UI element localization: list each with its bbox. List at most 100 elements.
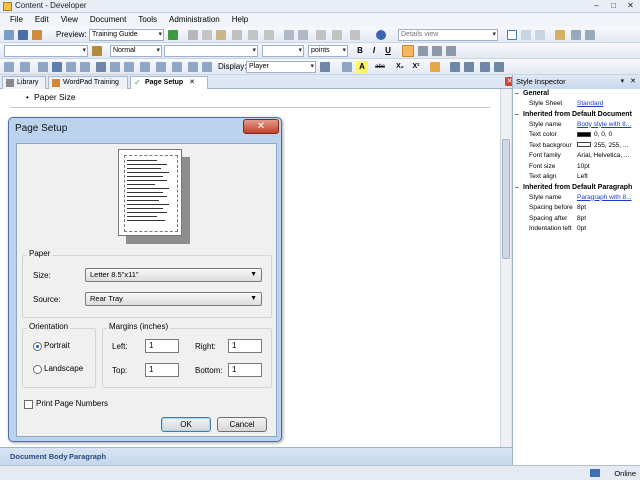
paragraph-select[interactable]	[4, 45, 88, 57]
underline-button[interactable]: U	[382, 45, 394, 57]
hyperlink-icon[interactable]	[20, 62, 30, 72]
style-sheet-link[interactable]: Standard	[577, 99, 639, 109]
insert-icon[interactable]	[350, 30, 360, 40]
layout2-icon[interactable]	[521, 30, 531, 40]
menu-document[interactable]: Document	[84, 13, 132, 27]
image-icon[interactable]	[38, 62, 48, 72]
bottom-margin-input[interactable]: 1	[228, 363, 262, 377]
minimize-icon[interactable]: –	[589, 1, 604, 12]
section-default-document[interactable]: Inherited from Default Document	[513, 110, 640, 120]
bullets-icon[interactable]	[450, 62, 460, 72]
menu-help[interactable]: Help	[226, 13, 254, 27]
undo-icon[interactable]	[284, 30, 294, 40]
inspector-controls[interactable]: ▾ ✕	[621, 75, 638, 89]
media-icon[interactable]	[110, 62, 120, 72]
snippet-icon[interactable]	[156, 62, 166, 72]
menu-administration[interactable]: Administration	[163, 13, 226, 27]
left-margin-input[interactable]: 1	[145, 339, 179, 353]
menu-view[interactable]: View	[55, 13, 84, 27]
layout-icon[interactable]	[507, 30, 517, 40]
bullet-item[interactable]: Paper Size	[34, 92, 76, 102]
omega-icon[interactable]	[96, 62, 106, 72]
checkin-icon[interactable]	[32, 30, 42, 40]
numbering-icon[interactable]	[464, 62, 474, 72]
size-select[interactable]: Letter 8.5"x11" ▼	[85, 268, 262, 282]
style-brush-icon[interactable]	[92, 46, 102, 56]
eraser-icon[interactable]	[430, 62, 440, 72]
condition-icon[interactable]	[188, 62, 198, 72]
tab-page-setup[interactable]: ✓ Page Setup ✕	[130, 76, 208, 90]
close-icon[interactable]: ✕	[623, 1, 638, 12]
cancel-button[interactable]: Cancel	[217, 417, 267, 432]
superscript-button[interactable]: X²	[410, 61, 422, 73]
display-select[interactable]: Player	[246, 61, 316, 73]
scrollbar-thumb[interactable]	[502, 139, 510, 259]
landscape-radio[interactable]	[33, 365, 42, 374]
field-icon[interactable]	[172, 62, 182, 72]
maximize-icon[interactable]: □	[606, 1, 621, 12]
align-right-icon[interactable]	[432, 46, 442, 56]
menu-file[interactable]: File	[4, 13, 29, 27]
style-name-link[interactable]: Paragraph with 8...	[577, 193, 639, 203]
portrait-label[interactable]: Portrait	[44, 341, 70, 350]
help-icon[interactable]	[376, 30, 386, 40]
crumb-document-body[interactable]: Document Body	[10, 452, 68, 461]
format-painter-icon[interactable]	[342, 62, 352, 72]
preview-select[interactable]: Training Guide	[89, 29, 164, 41]
bold-button[interactable]: B	[354, 45, 366, 57]
style-name-link[interactable]: Body style with 8...	[577, 120, 639, 130]
tab-close-icon[interactable]: ✕	[189, 79, 195, 86]
table-icon[interactable]	[4, 62, 14, 72]
menu-edit[interactable]: Edit	[29, 13, 55, 27]
vertical-scrollbar[interactable]	[500, 89, 511, 447]
tab-library[interactable]: Library	[2, 76, 46, 89]
font-select[interactable]	[164, 45, 258, 57]
view-select[interactable]: Details view	[398, 29, 498, 41]
outdent-icon[interactable]	[480, 62, 490, 72]
grid-icon[interactable]	[66, 62, 76, 72]
spell-icon[interactable]	[316, 30, 326, 40]
strikethrough-button[interactable]: abc	[374, 61, 386, 73]
menu-tools[interactable]: Tools	[132, 13, 163, 27]
find-icon[interactable]	[248, 30, 258, 40]
object-icon[interactable]	[124, 62, 134, 72]
pane2-icon[interactable]	[585, 30, 595, 40]
preview-go-icon[interactable]	[168, 30, 178, 40]
comment-icon[interactable]	[202, 62, 212, 72]
cut-icon[interactable]	[188, 30, 198, 40]
tab-wordpad-training[interactable]: WordPad Training	[48, 76, 128, 89]
font-size-select[interactable]	[262, 45, 304, 57]
portrait-radio[interactable]	[33, 342, 42, 351]
justify-icon[interactable]	[446, 46, 456, 56]
right-margin-input[interactable]: 1	[228, 339, 262, 353]
delete-icon[interactable]	[232, 30, 242, 40]
style-select[interactable]: Normal	[110, 45, 162, 57]
ok-button[interactable]: OK	[161, 417, 211, 432]
section-default-paragraph[interactable]: Inherited from Default Paragraph	[513, 183, 640, 193]
print-page-numbers-checkbox[interactable]	[24, 400, 33, 409]
section-general[interactable]: General	[513, 89, 640, 99]
dialog-close-button[interactable]: ✕	[243, 119, 279, 134]
anchor-icon[interactable]	[52, 62, 62, 72]
italic-button[interactable]: I	[368, 45, 380, 57]
top-margin-input[interactable]: 1	[145, 363, 179, 377]
pane-icon[interactable]	[571, 30, 581, 40]
landscape-label[interactable]: Landscape	[44, 364, 83, 373]
crumb-paragraph[interactable]: Paragraph	[69, 452, 106, 461]
folder-icon[interactable]	[555, 30, 565, 40]
paste-icon[interactable]	[216, 30, 226, 40]
copy-icon[interactable]	[202, 30, 212, 40]
source-select[interactable]: Rear Tray ▼	[85, 292, 262, 306]
redo-icon[interactable]	[298, 30, 308, 40]
print-page-numbers-label[interactable]: Print Page Numbers	[36, 399, 108, 408]
display-settings-icon[interactable]	[320, 62, 330, 72]
layout3-icon[interactable]	[535, 30, 545, 40]
unit-select[interactable]: points	[308, 45, 348, 57]
indent-icon[interactable]	[494, 62, 504, 72]
replace-icon[interactable]	[264, 30, 274, 40]
align-center-icon[interactable]	[418, 46, 428, 56]
save-icon[interactable]	[18, 30, 28, 40]
align-left-icon[interactable]	[402, 45, 414, 57]
link-icon[interactable]	[332, 30, 342, 40]
variable-icon[interactable]	[140, 62, 150, 72]
